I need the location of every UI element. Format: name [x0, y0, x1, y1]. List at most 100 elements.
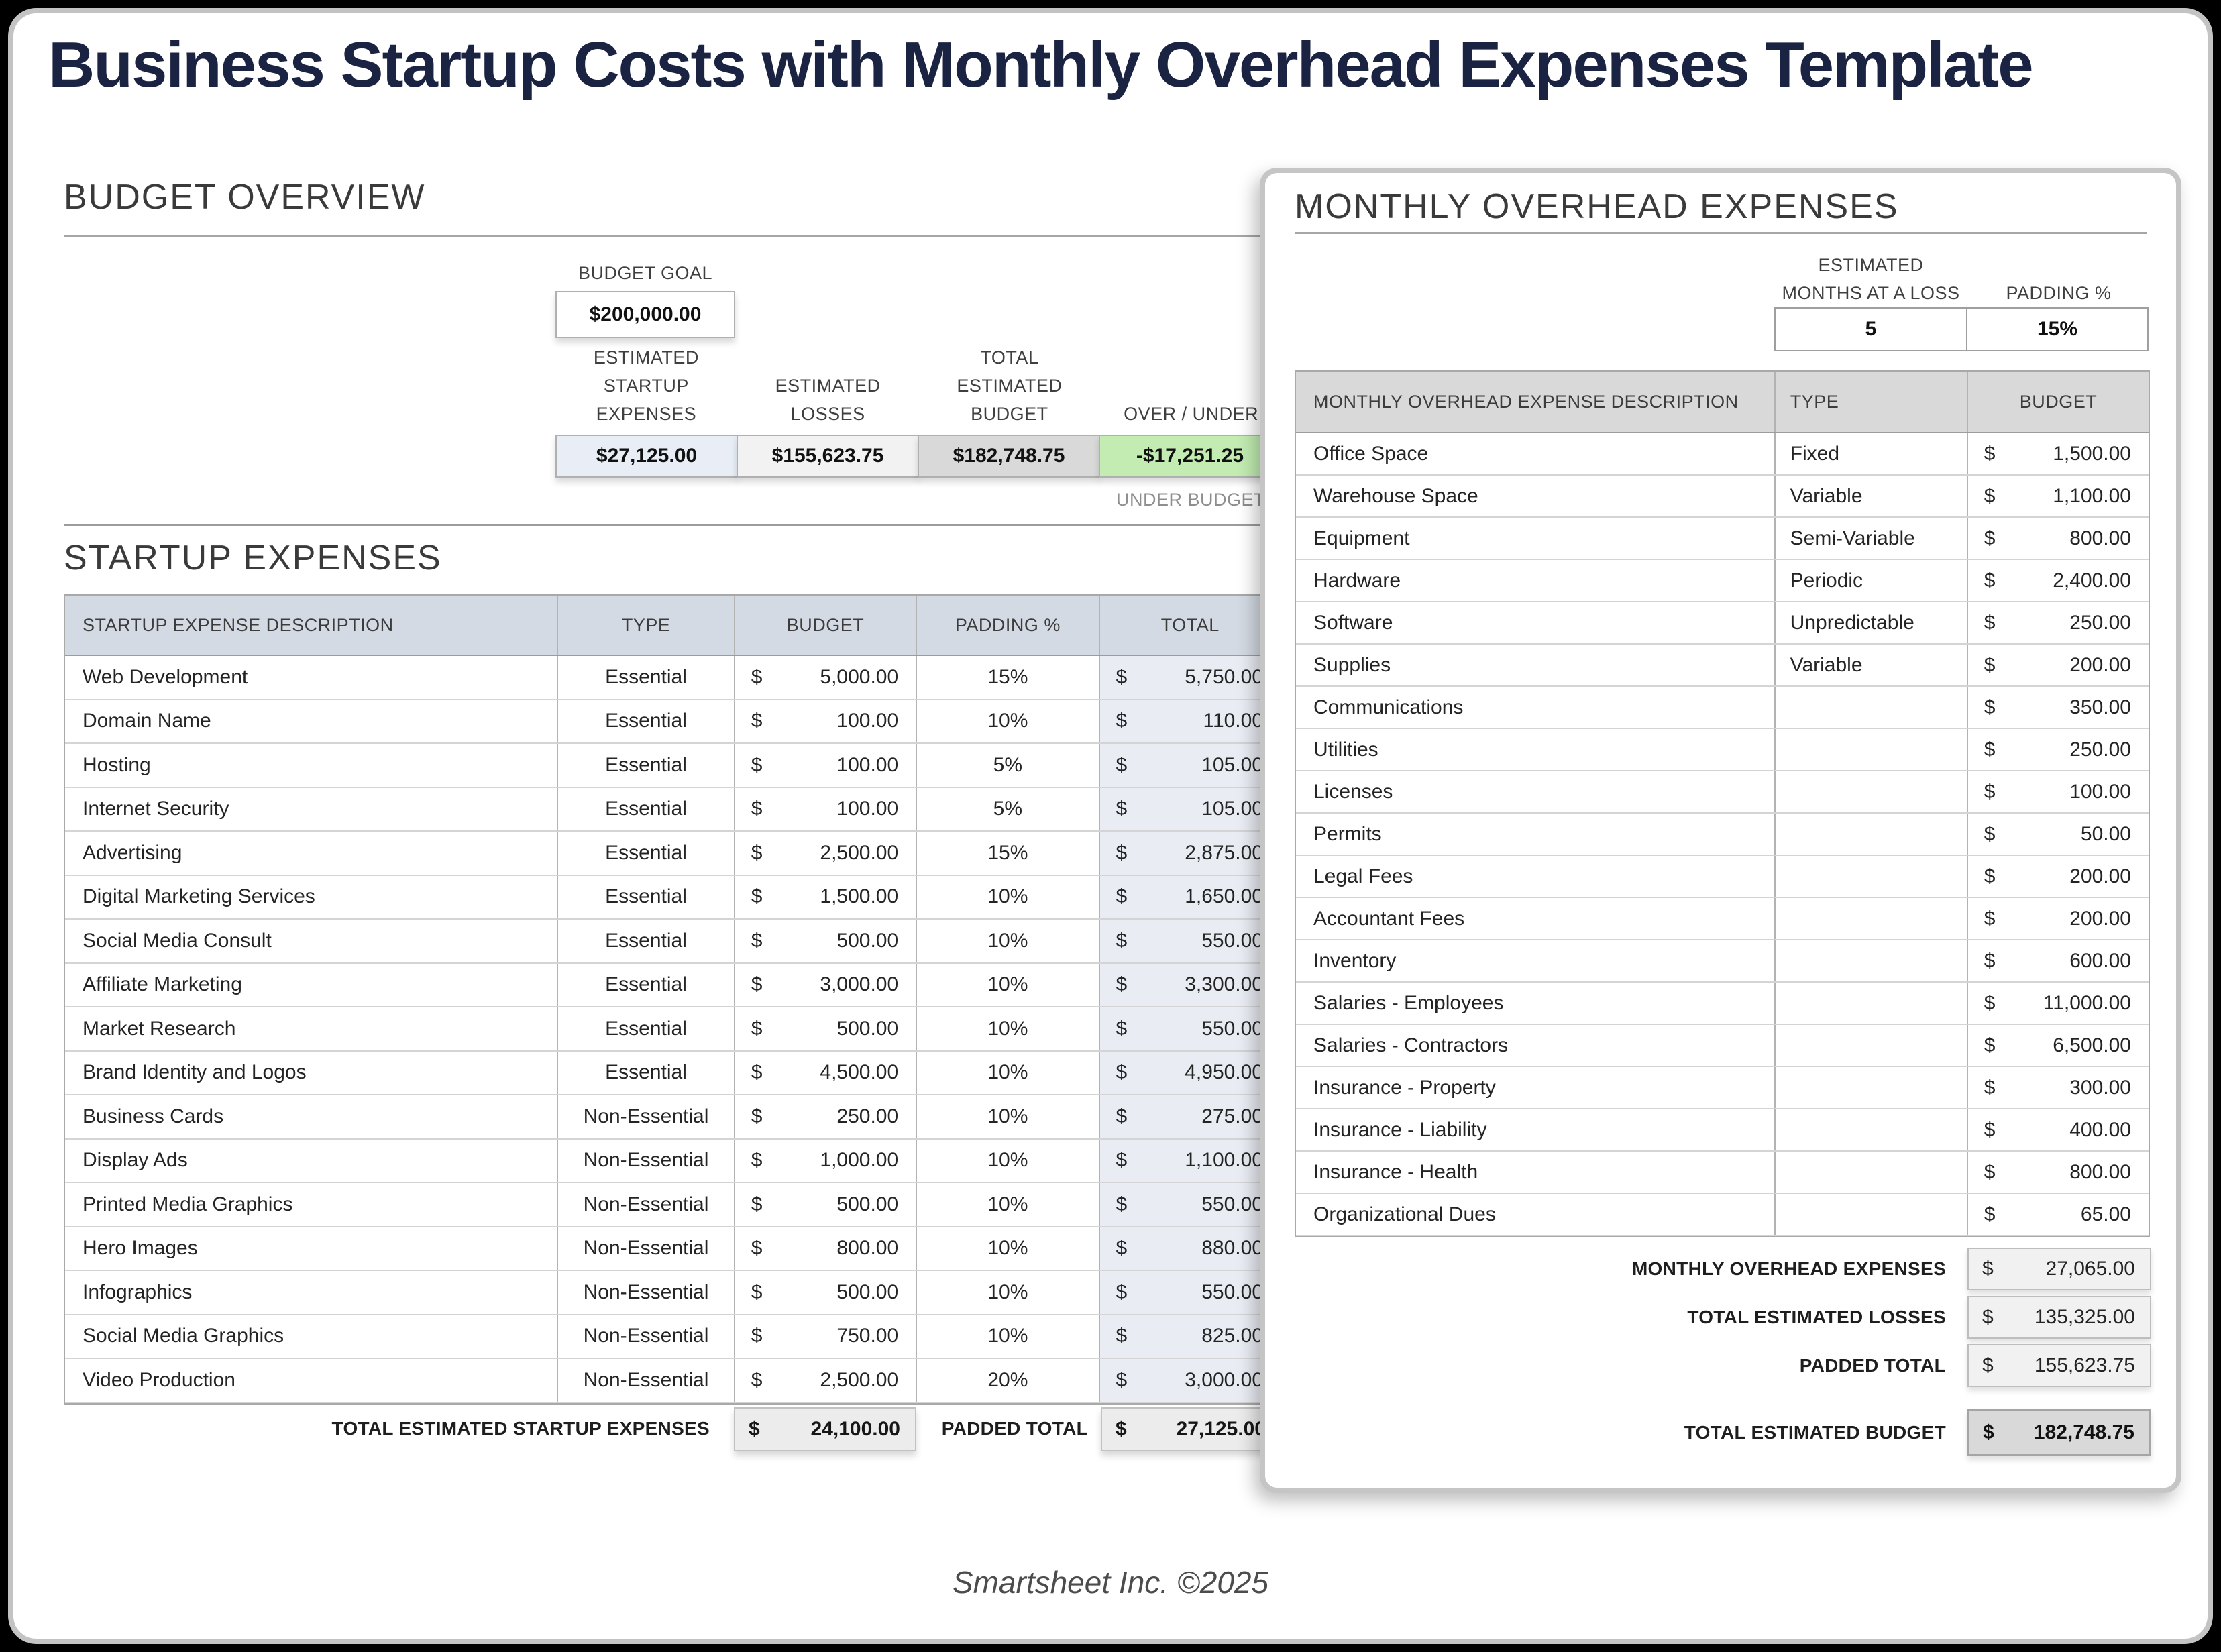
currency-symbol: $	[751, 1369, 763, 1392]
total-amount: 105.00	[1201, 754, 1263, 777]
currency-symbol: $	[751, 710, 763, 732]
col-header-type: TYPE	[1774, 372, 1967, 432]
expense-type-cell: Non-Essential	[557, 1140, 733, 1182]
estimated-losses-amount: 135,325.00	[2035, 1306, 2135, 1329]
total-amount: 880.00	[1201, 1237, 1263, 1260]
expense-padding-cell: 5%	[916, 744, 1098, 787]
monthly-input-labels: ESTIMATED MONTHS AT A LOSS PADDING %	[1774, 240, 2150, 307]
budget-amount: 100.00	[836, 754, 898, 777]
expense-type-cell: Semi-Variable	[1774, 518, 1967, 559]
expense-padding-cell: 10%	[916, 1183, 1098, 1226]
budget-amount: 200.00	[2069, 654, 2131, 677]
estimated-months-at-loss-input[interactable]: 5	[1774, 307, 1967, 351]
expense-description-cell: Brand Identity and Logos	[65, 1052, 557, 1095]
expense-description-cell: Printed Media Graphics	[65, 1183, 557, 1226]
padded-total-label: PADDED TOTAL	[1466, 1355, 1946, 1376]
expense-description-cell: Supplies	[1296, 645, 1774, 685]
expense-description-cell: Insurance - Property	[1296, 1067, 1774, 1108]
expense-budget-cell: $ 500.00	[734, 920, 916, 962]
budget-amount: 500.00	[836, 1193, 898, 1216]
budget-amount: 200.00	[2069, 907, 2131, 930]
total-estimated-losses-value: $ 135,325.00	[1967, 1296, 2151, 1339]
total-amount: 4,950.00	[1185, 1061, 1263, 1084]
padded-total-amount: 27,125.00	[1177, 1418, 1266, 1441]
expense-description-cell: Infographics	[65, 1271, 557, 1314]
monthly-table-header: MONTHLY OVERHEAD EXPENSE DESCRIPTION TYP…	[1296, 372, 2149, 433]
expense-description-cell: Affiliate Marketing	[65, 964, 557, 1007]
budget-goal-label: BUDGET GOAL	[555, 259, 735, 287]
currency-symbol: $	[1984, 696, 1996, 719]
expense-type-cell	[1774, 814, 1967, 855]
expense-budget-cell: $ 2,500.00	[734, 832, 916, 875]
monthly-expense-row: Warehouse Space Variable $ 1,100.00	[1296, 476, 2149, 518]
expense-type-cell: Unpredictable	[1774, 602, 1967, 643]
budget-amount: 250.00	[836, 1105, 898, 1128]
expense-description-cell: Display Ads	[65, 1140, 557, 1182]
startup-expense-row: Affiliate Marketing Essential $ 3,000.00…	[65, 964, 1281, 1008]
currency-symbol: $	[1116, 930, 1128, 952]
expense-total-cell: $ 2,875.00	[1099, 832, 1281, 875]
expense-type-cell: Essential	[557, 964, 733, 1007]
expense-total-cell: $ 1,100.00	[1099, 1140, 1281, 1182]
expense-type-cell	[1774, 1109, 1967, 1150]
currency-symbol: $	[1984, 865, 1996, 888]
expense-description-cell: Utilities	[1296, 729, 1774, 770]
currency-symbol: $	[1984, 1034, 1996, 1057]
expense-type-cell: Essential	[557, 1007, 733, 1050]
currency-symbol: $	[1984, 1077, 1996, 1099]
expense-description-cell: Office Space	[1296, 433, 1774, 474]
expense-padding-cell: 10%	[916, 876, 1098, 919]
expense-description-cell: Software	[1296, 602, 1774, 643]
expense-total-cell: $ 105.00	[1099, 744, 1281, 787]
budget-amount: 1,500.00	[820, 885, 898, 908]
currency-symbol: $	[1984, 1203, 1996, 1226]
padded-total-amount: 155,623.75	[2035, 1354, 2135, 1377]
monthly-overhead-expenses-value: $ 27,065.00	[1967, 1248, 2151, 1290]
expense-type-cell: Essential	[557, 700, 733, 743]
expense-type-cell: Non-Essential	[557, 1271, 733, 1314]
under-budget-status: UNDER BUDGET	[1099, 490, 1282, 510]
expense-padding-cell: 10%	[916, 1227, 1098, 1270]
expense-budget-cell: $ 400.00	[1967, 1109, 2149, 1150]
expense-padding-cell: 10%	[916, 1271, 1098, 1314]
expense-description-cell: Domain Name	[65, 700, 557, 743]
expense-budget-cell: $ 5,000.00	[734, 656, 916, 699]
expense-description-cell: Advertising	[65, 832, 557, 875]
expense-type-cell: Non-Essential	[557, 1315, 733, 1358]
expense-description-cell: Insurance - Liability	[1296, 1109, 1774, 1150]
expense-description-cell: Salaries - Employees	[1296, 983, 1774, 1024]
currency-symbol: $	[751, 885, 763, 908]
budget-amount: 1,500.00	[2053, 443, 2131, 465]
expense-budget-cell: $ 3,000.00	[734, 964, 916, 1007]
startup-expense-row: Social Media Consult Essential $ 500.00 …	[65, 920, 1281, 964]
budget-amount: 2,500.00	[820, 1369, 898, 1392]
expense-description-cell: Warehouse Space	[1296, 476, 1774, 516]
expense-budget-cell: $ 200.00	[1967, 898, 2149, 939]
total-estimated-budget-label: TOTAL ESTIMATED BUDGET	[1466, 1422, 1946, 1443]
total-estimated-budget-value: $182,748.75	[918, 435, 1100, 478]
expense-budget-cell: $ 100.00	[734, 788, 916, 831]
currency-symbol: $	[1984, 485, 1996, 508]
expense-budget-cell: $ 2,500.00	[734, 1359, 916, 1402]
currency-symbol: $	[1116, 1418, 1127, 1441]
expense-description-cell: Legal Fees	[1296, 856, 1774, 897]
estimated-months-at-loss-label: ESTIMATED MONTHS AT A LOSS	[1774, 240, 1967, 307]
padding-percent-input[interactable]: 15%	[1966, 307, 2149, 351]
expense-budget-cell: $ 750.00	[734, 1315, 916, 1358]
padded-total-value: $ 155,623.75	[1967, 1344, 2151, 1387]
startup-expense-row: Web Development Essential $ 5,000.00 15%…	[65, 656, 1281, 700]
expense-total-cell: $ 3,300.00	[1099, 964, 1281, 1007]
monthly-expense-row: Permits $ 50.00	[1296, 814, 2149, 856]
budget-amount: 100.00	[836, 710, 898, 732]
budget-amount: 500.00	[836, 1017, 898, 1040]
total-amount: 550.00	[1201, 1281, 1263, 1304]
col-header-type: TYPE	[557, 596, 733, 655]
expense-type-cell: Non-Essential	[557, 1095, 733, 1138]
currency-symbol: $	[1116, 797, 1128, 820]
currency-symbol: $	[1982, 1258, 1994, 1280]
total-estimated-losses-label: TOTAL ESTIMATED LOSSES	[1466, 1307, 1946, 1328]
monthly-expense-row: Licenses $ 100.00	[1296, 771, 2149, 814]
currency-symbol: $	[1984, 781, 1996, 804]
col-header-description: STARTUP EXPENSE DESCRIPTION	[65, 596, 557, 655]
total-amount: 550.00	[1201, 1193, 1263, 1216]
